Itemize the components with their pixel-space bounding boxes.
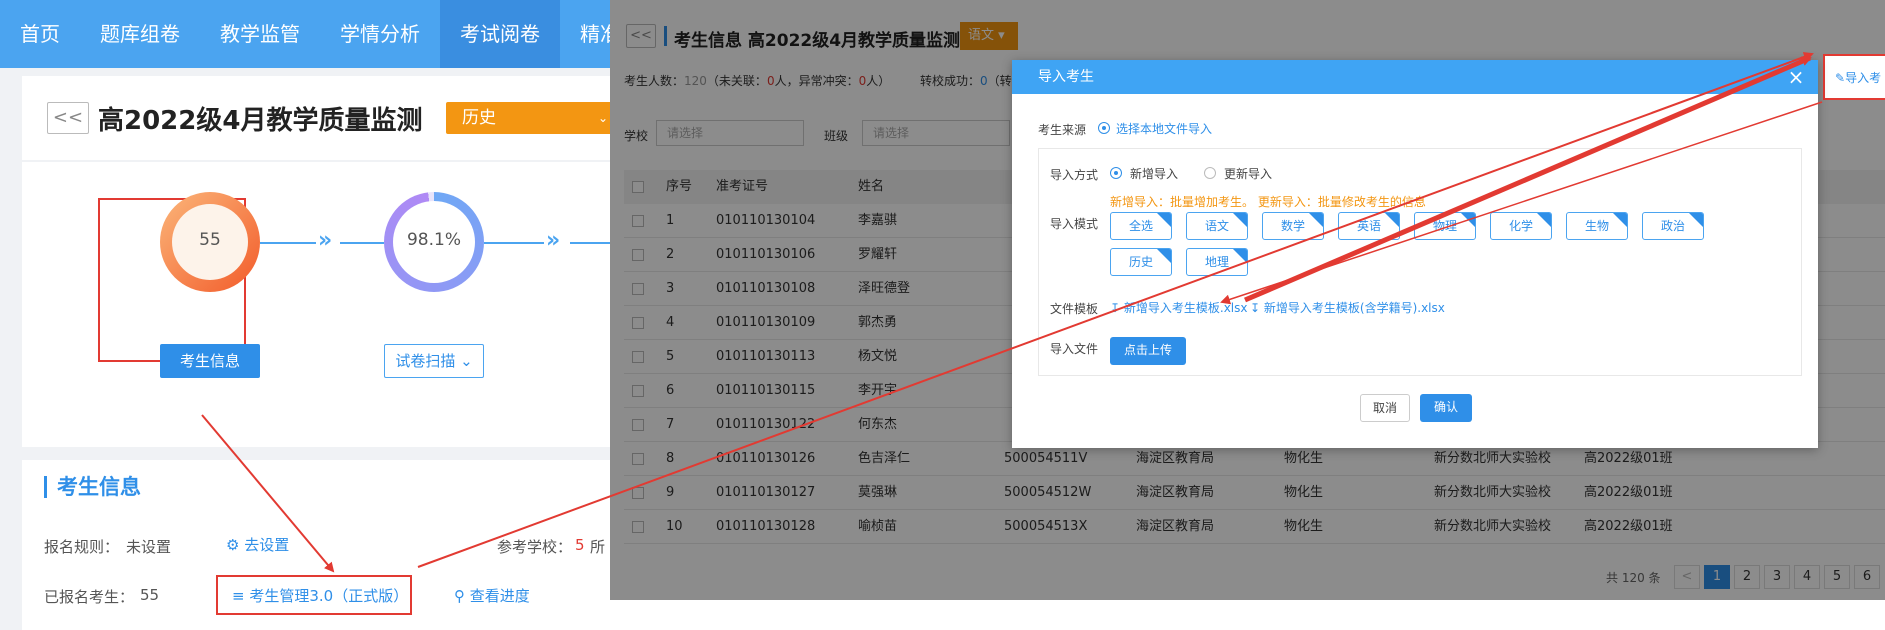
nav-learning-analysis[interactable]: 学情分析 — [320, 0, 440, 68]
close-icon[interactable]: × — [1784, 65, 1808, 89]
chevron-down-icon: ⌄ — [597, 111, 608, 125]
nav-precision-teaching[interactable]: 精准教学 — [560, 0, 610, 68]
nav-question-bank[interactable]: 题库组卷 — [80, 0, 200, 68]
double-chevron-icon: » — [318, 228, 333, 253]
progress-link-label: 查看进度 — [469, 587, 530, 605]
source-label: 考生来源 — [1038, 123, 1087, 137]
import-students-button[interactable]: ✎导入考 — [1835, 69, 1881, 86]
student-count-ring: 55 — [160, 192, 260, 292]
top-navigation: 首页 题库组卷 教学监管 学情分析 考试阅卷 精准教学 — [0, 0, 610, 68]
download-icon: ↧ — [1110, 301, 1121, 315]
method-update-label[interactable]: 更新导入 — [1224, 165, 1272, 182]
back-button[interactable]: << — [47, 102, 89, 134]
mode-label: 导入模式 — [1050, 217, 1099, 231]
student-manage-link[interactable]: ≡ 考生管理3.0（正式版） — [232, 585, 408, 606]
subject-chip[interactable]: 数学 — [1262, 212, 1324, 240]
subject-chip[interactable]: 全选 — [1110, 212, 1172, 240]
subject-chip[interactable]: 物理 — [1414, 212, 1476, 240]
exam-header: << 高2022级4月教学质量监测 历史 ⌄ — [22, 76, 610, 160]
subject-value: 历史 — [462, 108, 496, 128]
nav-exam-marking[interactable]: 考试阅卷 — [440, 0, 560, 68]
section-title: 考生信息 — [44, 476, 141, 498]
subject-chip[interactable]: 政治 — [1642, 212, 1704, 240]
highlight-box-import-button: ✎导入考 — [1823, 54, 1885, 100]
progress-link[interactable]: ⚲ 查看进度 — [454, 585, 530, 606]
gear-icon: ⚙ — [226, 536, 240, 554]
exam-title: 高2022级4月教学质量监测 — [98, 106, 423, 136]
dialog-header: 导入考生 × — [1012, 60, 1818, 94]
scan-papers-button[interactable]: 试卷扫描 ⌄ — [384, 344, 484, 378]
method-new-radio[interactable] — [1110, 167, 1122, 179]
template-download-label: 新增导入考生模板.xlsx — [1123, 301, 1248, 315]
scan-progress-ring: 98.1% — [384, 192, 484, 292]
subject-chip[interactable]: 历史 — [1110, 248, 1172, 276]
import-students-label: 导入考 — [1845, 71, 1882, 85]
double-chevron-icon: » — [546, 228, 561, 253]
settings-link-label: 去设置 — [244, 536, 290, 554]
confirm-button[interactable]: 确认 — [1420, 394, 1472, 422]
rule-value: 未设置 — [126, 538, 172, 556]
subject-dropdown[interactable]: 历史 ⌄ — [446, 102, 610, 134]
template-download-link-2[interactable]: ↧ 新增导入考生模板(含学籍号).xlsx — [1250, 299, 1445, 316]
subject-chip[interactable]: 语文 — [1186, 212, 1248, 240]
method-update-radio[interactable] — [1204, 167, 1216, 179]
template-download-label-2: 新增导入考生模板(含学籍号).xlsx — [1263, 301, 1445, 315]
layers-icon: ≡ — [232, 587, 245, 605]
upload-button[interactable]: 点击上传 — [1110, 337, 1186, 365]
scan-papers-label: 试卷扫描 — [395, 352, 456, 370]
chevron-down-icon: ⌄ — [460, 352, 473, 370]
import-icon: ✎ — [1835, 71, 1846, 85]
schools-label: 参考学校： — [497, 538, 573, 556]
subject-chip[interactable]: 地理 — [1186, 248, 1248, 276]
settings-link[interactable]: ⚙ 去设置 — [226, 534, 289, 555]
student-manage-label: 考生管理3.0（正式版） — [249, 587, 409, 605]
nav-teaching-supervision[interactable]: 教学监管 — [200, 0, 320, 68]
nav-home[interactable]: 首页 — [0, 0, 80, 68]
download-icon: ↧ — [1250, 301, 1261, 315]
import-hint: 新增导入：批量增加考生。 更新导入：批量修改考生的信息 — [1110, 195, 1426, 209]
search-icon: ⚲ — [454, 587, 465, 605]
file-label: 导入文件 — [1050, 342, 1099, 356]
flow-connector — [340, 242, 384, 244]
registered-label: 已报名考生： — [44, 588, 135, 606]
schools-unit: 所 — [590, 538, 606, 556]
left-exam-panel: 首页 题库组卷 教学监管 学情分析 考试阅卷 精准教学 << 高2022级4月教… — [0, 0, 610, 630]
subject-chip[interactable]: 英语 — [1338, 212, 1400, 240]
flow-connector — [484, 242, 544, 244]
source-radio[interactable] — [1098, 122, 1110, 134]
method-new-label[interactable]: 新增导入 — [1130, 165, 1178, 182]
flow-connector — [260, 242, 316, 244]
student-count-value: 55 — [199, 230, 221, 250]
exam-workflow: 55 » 98.1% » 考生信息 试卷扫描 ⌄ — [22, 162, 610, 447]
template-label: 文件模板 — [1050, 302, 1099, 316]
flow-connector — [570, 242, 610, 244]
dialog-title: 导入考生 — [1038, 69, 1094, 85]
subject-chip[interactable]: 化学 — [1490, 212, 1552, 240]
template-download-link[interactable]: ↧ 新增导入考生模板.xlsx — [1110, 299, 1248, 316]
student-info-section: 考生信息 报名规则： 未设置 ⚙ 去设置 参考学校： 5 所 已报名考生： 55… — [22, 460, 610, 630]
scan-progress-value: 98.1% — [406, 230, 461, 250]
method-label: 导入方式 — [1050, 168, 1099, 182]
source-option[interactable]: 选择本地文件导入 — [1116, 120, 1212, 137]
import-students-dialog: 导入考生 × 考生来源 选择本地文件导入 导入方式 新增导入 更新导入 新增导入… — [1012, 60, 1818, 448]
rule-label: 报名规则： — [44, 538, 120, 556]
subject-chip[interactable]: 生物 — [1566, 212, 1628, 240]
student-info-button[interactable]: 考生信息 — [160, 344, 260, 378]
registered-value: 55 — [140, 586, 160, 604]
cancel-button[interactable]: 取消 — [1360, 394, 1410, 422]
schools-value: 5 — [575, 536, 585, 554]
